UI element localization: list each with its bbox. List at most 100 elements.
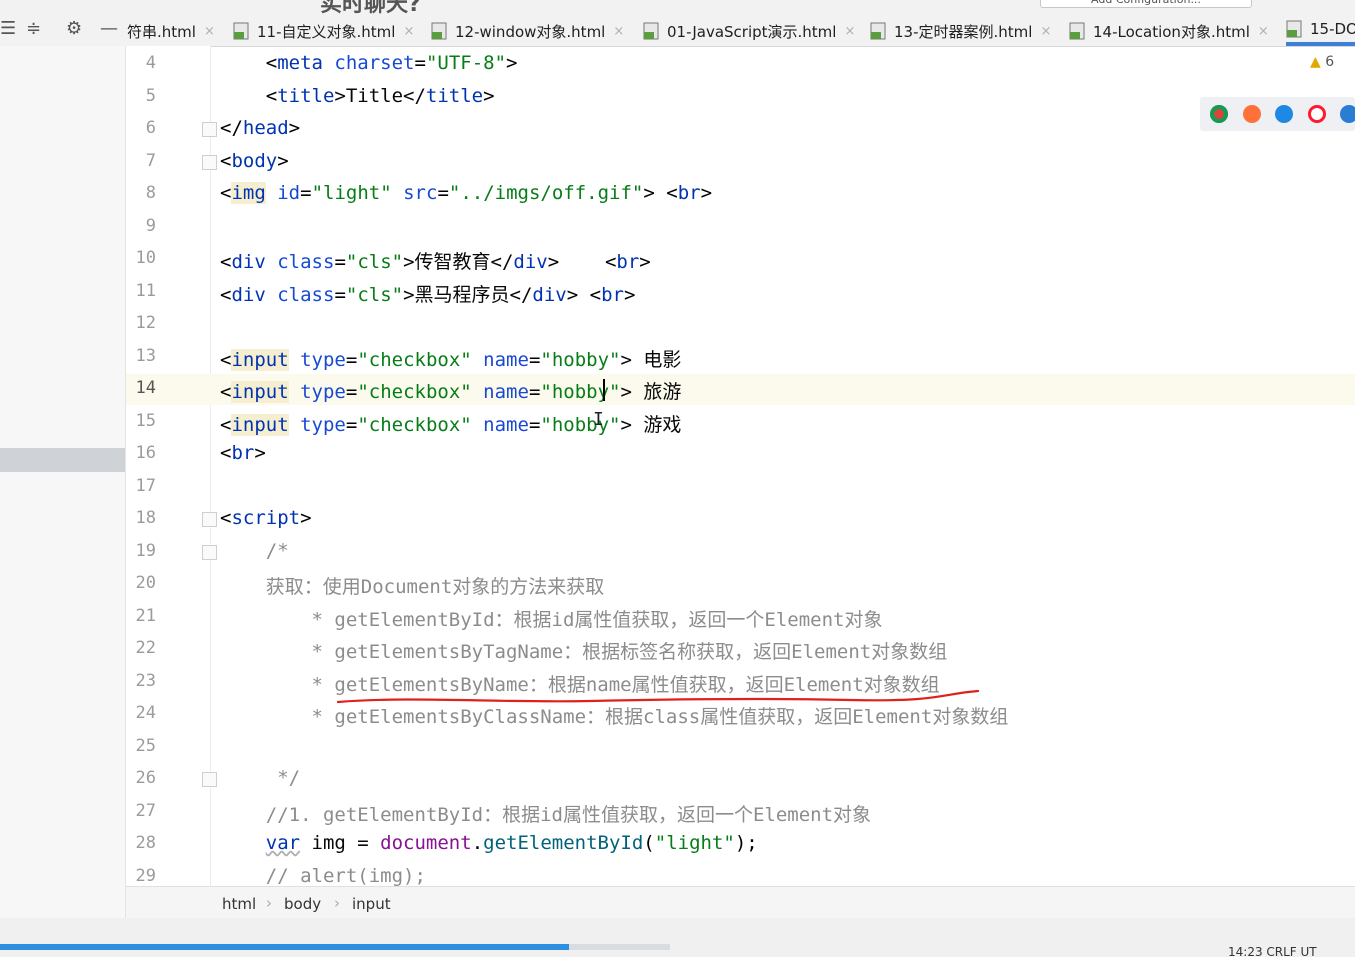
code-line-10[interactable]: <div class="cls">传智教育</div> <br> (220, 247, 651, 274)
code-line-13[interactable]: <input type="checkbox" name="hobby"> 电影 (220, 345, 681, 372)
status-bar (0, 918, 1355, 957)
close-tab-icon[interactable]: × (403, 24, 414, 39)
line-number: 29 (135, 866, 156, 886)
close-tab-icon[interactable]: × (844, 24, 855, 39)
html-file-icon (870, 22, 886, 40)
tab-file[interactable]: 14-Location对象.html × (1069, 16, 1269, 46)
tab-label: 12-window对象.html (455, 22, 606, 41)
fold-marker-icon[interactable] (202, 545, 217, 560)
breadcrumb-separator: › (266, 894, 272, 912)
line-number: 19 (135, 541, 156, 561)
warning-triangle-icon: ▲ (1310, 54, 1321, 70)
editor-gutter (126, 46, 211, 886)
tab-label: 15-DO (1310, 20, 1355, 38)
line-number: 5 (145, 86, 156, 106)
line-number: 11 (135, 281, 156, 301)
line-number: 20 (135, 573, 156, 593)
code-line-7[interactable]: <body> (220, 150, 289, 172)
code-line-15[interactable]: <input type="checkbox" name="hobby"> 游戏 (220, 410, 681, 437)
fold-marker-icon[interactable] (202, 155, 217, 170)
warning-count: 6 (1325, 54, 1335, 70)
tab-file[interactable]: 12-window对象.html × (431, 16, 624, 46)
code-line-5[interactable]: <title>Title</title> (220, 85, 495, 107)
code-line-22[interactable]: * getElementsByTagName：根据标签名称获取，返回Elemen… (220, 637, 948, 664)
fold-marker-icon[interactable] (202, 122, 217, 137)
code-line-29[interactable]: // alert(img); (220, 865, 426, 886)
html-file-icon (233, 22, 249, 40)
safari-icon[interactable] (1275, 105, 1293, 123)
code-line-8[interactable]: <img id="light" src="../imgs/off.gif"> <… (220, 182, 712, 204)
line-number: 24 (135, 703, 156, 723)
code-line-19[interactable]: /* (220, 540, 289, 562)
code-line-14[interactable]: <input type="checkbox" name="hobby"> 旅游 (220, 377, 681, 404)
edge-icon[interactable] (1340, 105, 1355, 123)
html-file-icon (1286, 20, 1302, 38)
code-line-27[interactable]: //1. getElementById：根据id属性值获取，返回一个Elemen… (220, 800, 871, 827)
line-number: 17 (135, 476, 156, 496)
project-selected-row[interactable] (0, 448, 125, 472)
line-number: 21 (135, 606, 156, 626)
code-line-21[interactable]: * getElementById：根据id属性值获取，返回一个Element对象 (220, 605, 883, 632)
hide-panel-icon[interactable]: — (100, 18, 118, 39)
line-number: 18 (135, 508, 156, 528)
code-line-18[interactable]: <script> (220, 507, 312, 529)
close-tab-icon[interactable]: × (1040, 24, 1051, 39)
tab-file[interactable]: 01-JavaScript演示.html × (643, 16, 855, 46)
line-number: 25 (135, 736, 156, 756)
code-line-28[interactable]: var img = document.getElementById("light… (220, 832, 758, 854)
breadcrumb-item[interactable]: input (352, 895, 391, 913)
line-number: 6 (145, 118, 156, 138)
project-panel (0, 46, 126, 918)
line-number: 8 (145, 183, 156, 203)
inspection-widget[interactable]: ▲ 6 (1310, 54, 1334, 70)
line-number: 4 (145, 53, 156, 73)
tab-label: 14-Location对象.html (1093, 22, 1250, 41)
code-line-20[interactable]: 获取：使用Document对象的方法来获取 (220, 572, 605, 599)
tab-file[interactable]: 11-自定义对象.html × (233, 16, 414, 46)
tab-file[interactable]: 13-定时器案例.html × (870, 16, 1051, 46)
line-number: 22 (135, 638, 156, 658)
line-number: 28 (135, 833, 156, 853)
line-number: 9 (145, 216, 156, 236)
close-tab-icon[interactable]: × (1258, 24, 1269, 39)
breadcrumb-item[interactable]: body (284, 895, 321, 913)
html-file-icon (431, 22, 447, 40)
opera-icon[interactable] (1308, 105, 1326, 123)
html-file-icon (643, 22, 659, 40)
line-number: 13 (135, 346, 156, 366)
breadcrumb-item[interactable]: html (222, 895, 256, 913)
line-number: 14 (135, 378, 156, 398)
html-file-icon (1069, 22, 1085, 40)
add-configuration-button[interactable]: Add Configuration... (1040, 0, 1252, 8)
chrome-icon[interactable] (1210, 105, 1228, 123)
tab-label: 符串.html (127, 22, 196, 41)
line-number: 27 (135, 801, 156, 821)
line-number: 23 (135, 671, 156, 691)
firefox-icon[interactable] (1243, 105, 1261, 123)
fold-marker-icon[interactable] (202, 772, 217, 787)
line-number: 12 (135, 313, 156, 333)
browser-preview-strip (1200, 97, 1355, 131)
annotation-underline (336, 689, 980, 704)
close-tab-icon[interactable]: × (204, 24, 215, 39)
code-line-4[interactable]: <meta charset="UTF-8"> (220, 52, 518, 74)
code-line-26[interactable]: */ (220, 767, 300, 789)
ibeam-cursor-icon: I (593, 409, 604, 430)
line-number: 10 (135, 248, 156, 268)
line-number: 16 (135, 443, 156, 463)
text-caret (603, 379, 605, 401)
code-line-6[interactable]: </head> (220, 117, 300, 139)
collapse-all-icon[interactable]: ☰ (0, 18, 16, 39)
tab-file[interactable]: 符串.html × (127, 16, 215, 46)
expand-icon[interactable]: ≑ (26, 18, 41, 39)
settings-gear-icon[interactable]: ⚙ (66, 18, 82, 39)
code-line-16[interactable]: <br> (220, 442, 266, 464)
code-line-11[interactable]: <div class="cls">黑马程序员</div> <br> (220, 280, 635, 307)
tab-label: 01-JavaScript演示.html (667, 22, 837, 41)
breadcrumb-separator: › (334, 894, 340, 912)
tab-label: 11-自定义对象.html (257, 22, 396, 41)
close-tab-icon[interactable]: × (613, 24, 624, 39)
fold-marker-icon[interactable] (202, 512, 217, 527)
line-number: 26 (135, 768, 156, 788)
tab-file-active[interactable]: 15-DO (1286, 16, 1355, 46)
